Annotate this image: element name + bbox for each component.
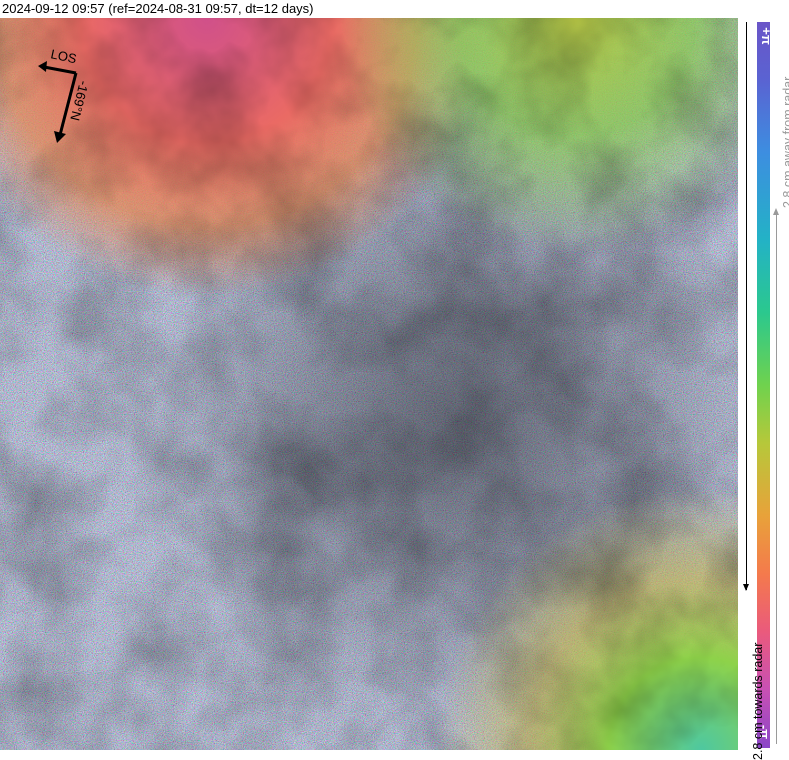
heading-label: -169°N	[67, 79, 91, 122]
interferogram-map[interactable]: LOS -169°N	[0, 18, 738, 750]
los-arrow	[43, 65, 77, 75]
towards-arrow-icon	[743, 584, 749, 591]
colorbar-max-label: +π	[758, 27, 774, 45]
away-radar-label: 2.8 cm away from radar	[781, 76, 789, 208]
los-label: LOS	[49, 46, 78, 66]
away-bracket-line	[776, 214, 777, 744]
towards-radar-label: 2.8 cm towards radar	[751, 642, 765, 760]
compass: LOS -169°N	[38, 46, 92, 143]
interferogram-title: 2024-09-12 09:57 (ref=2024-08-31 09:57, …	[2, 1, 314, 16]
phase-colorbar	[757, 22, 770, 748]
los-arrowhead	[38, 61, 47, 72]
colorbar: +π -π 2.8 cm towards radar 2.8 cm away f…	[740, 18, 789, 760]
compass-overlay: LOS -169°N	[38, 46, 92, 143]
away-arrow-icon	[773, 208, 779, 215]
towards-bracket-line	[746, 22, 747, 590]
north-arrowhead	[54, 131, 66, 143]
